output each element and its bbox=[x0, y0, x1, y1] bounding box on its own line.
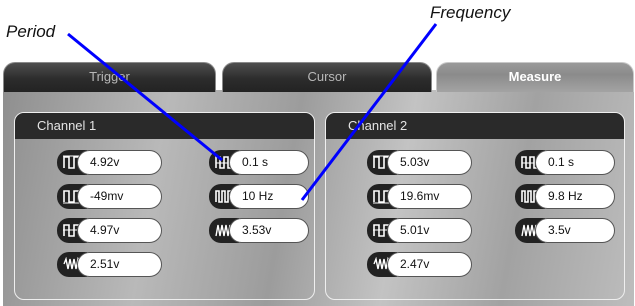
ch1-min-voltage: -49mv bbox=[57, 184, 162, 209]
channel-2-group: Channel 2 5.03v 19.6mv 5.01v 2.47v 0.1 s… bbox=[325, 112, 625, 300]
ch2-rms-voltage: 2.47v bbox=[367, 252, 472, 277]
tab-measure[interactable]: Measure bbox=[436, 62, 634, 92]
ch2-peak-to-peak-value: 3.5v bbox=[535, 218, 615, 243]
ch1-max-voltage-value: 4.92v bbox=[77, 150, 162, 175]
ch2-max-voltage: 5.03v bbox=[367, 150, 472, 175]
measurement-panel: Trigger Cursor Measure Channel 1 4.92v -… bbox=[3, 62, 634, 306]
ch1-period-value: 0.1 s bbox=[229, 150, 309, 175]
ch2-peak-to-peak: 3.5v bbox=[515, 218, 615, 243]
ch1-peak-to-peak-value: 3.53v bbox=[229, 218, 309, 243]
ch1-average-voltage: 4.97v bbox=[57, 218, 162, 243]
ch1-period: 0.1 s bbox=[209, 150, 309, 175]
ch2-frequency: 9.8 Hz bbox=[515, 184, 615, 209]
ch2-period-value: 0.1 s bbox=[535, 150, 615, 175]
channel-1-title: Channel 1 bbox=[15, 113, 314, 139]
channel-1-group: Channel 1 4.92v -49mv 4.97v 2.51v 0.1 s … bbox=[14, 112, 315, 300]
ch1-max-voltage: 4.92v bbox=[57, 150, 162, 175]
period-callout-label: Period bbox=[6, 22, 56, 41]
ch1-peak-to-peak: 3.53v bbox=[209, 218, 309, 243]
ch2-period: 0.1 s bbox=[515, 150, 615, 175]
frequency-callout-label: Frequency bbox=[430, 3, 511, 22]
tab-trigger[interactable]: Trigger bbox=[3, 62, 216, 92]
ch1-frequency-value: 10 Hz bbox=[229, 184, 309, 209]
ch2-min-voltage: 19.6mv bbox=[367, 184, 472, 209]
tab-cursor[interactable]: Cursor bbox=[222, 62, 432, 92]
ch2-average-voltage-value: 5.01v bbox=[387, 218, 472, 243]
ch1-rms-voltage-value: 2.51v bbox=[77, 252, 162, 277]
ch1-average-voltage-value: 4.97v bbox=[77, 218, 162, 243]
channel-2-title: Channel 2 bbox=[326, 113, 624, 139]
ch2-max-voltage-value: 5.03v bbox=[387, 150, 472, 175]
ch2-average-voltage: 5.01v bbox=[367, 218, 472, 243]
ch1-rms-voltage: 2.51v bbox=[57, 252, 162, 277]
ch2-min-voltage-value: 19.6mv bbox=[387, 184, 472, 209]
ch1-frequency: 10 Hz bbox=[209, 184, 309, 209]
ch1-min-voltage-value: -49mv bbox=[77, 184, 162, 209]
ch2-frequency-value: 9.8 Hz bbox=[535, 184, 615, 209]
ch2-rms-voltage-value: 2.47v bbox=[387, 252, 472, 277]
